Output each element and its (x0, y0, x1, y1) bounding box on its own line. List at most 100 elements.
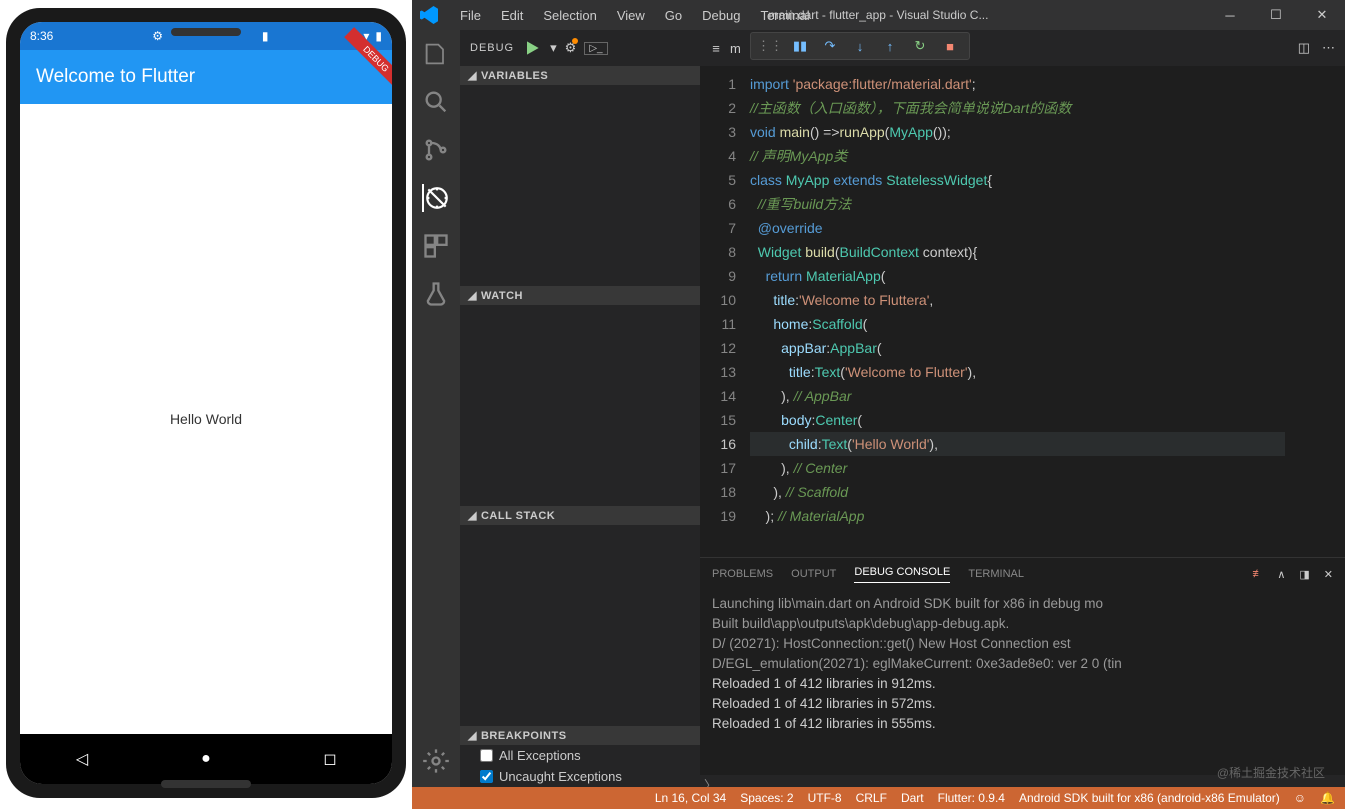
home-button[interactable]: ● (195, 748, 217, 770)
step-over-button[interactable]: ↷ (821, 37, 839, 55)
bp-all-exceptions[interactable]: All Exceptions (460, 745, 700, 766)
phone-speaker-bottom (161, 780, 251, 788)
config-dropdown[interactable]: ▾ (550, 40, 557, 56)
vscode-logo-icon (420, 6, 438, 24)
minimap[interactable] (1285, 66, 1345, 557)
eol-status[interactable]: CRLF (856, 791, 887, 805)
scm-icon[interactable] (422, 136, 450, 164)
panel-tab-bar: PROBLEMS OUTPUT DEBUG CONSOLE TERMINAL ≢… (700, 558, 1345, 590)
variables-section (460, 85, 700, 286)
menu-selection[interactable]: Selection (535, 4, 604, 27)
editor-area: ≡ m ⋮⋮ ▮▮ ↷ ↓ ↑ ↻ ■ ◫ ⋯ 1234567891011121… (700, 30, 1345, 787)
menu-view[interactable]: View (609, 4, 653, 27)
debug-config-gear-icon[interactable]: ⚙ (565, 40, 577, 56)
bp-all-checkbox[interactable] (480, 749, 493, 762)
phone-speaker (171, 28, 241, 36)
feedback-icon[interactable]: ☺ (1294, 791, 1306, 805)
watermark: @稀土掘金技术社区 (1217, 764, 1325, 781)
cursor-position[interactable]: Ln 16, Col 34 (655, 791, 726, 805)
vscode-window: File Edit Selection View Go Debug Termin… (412, 0, 1345, 809)
tab-fold-icon[interactable]: ≡ (708, 41, 724, 56)
editor-tab-bar: ≡ m ⋮⋮ ▮▮ ↷ ↓ ↑ ↻ ■ ◫ ⋯ (700, 30, 1345, 66)
chevron-down-icon: ◢ (468, 509, 477, 522)
android-status-bar: 8:36 ⚙ ▮ ▾ ▮ (20, 22, 392, 50)
chevron-down-icon: ◢ (468, 69, 477, 82)
stop-button[interactable]: ■ (941, 37, 959, 55)
breakpoints-section-header[interactable]: ◢BREAKPOINTS (460, 726, 700, 745)
test-icon[interactable] (422, 280, 450, 308)
code-editor[interactable]: 12345678910111213141516171819 import 'pa… (700, 66, 1345, 557)
battery-icon: ▮ (375, 29, 382, 43)
status-time: 8:36 (30, 29, 53, 43)
debug-console-output[interactable]: Launching lib\main.dart on Android SDK b… (700, 590, 1345, 775)
menu-file[interactable]: File (452, 4, 489, 27)
console-prompt-icon: 〉 (704, 775, 716, 787)
explorer-icon[interactable] (422, 40, 450, 68)
tab-terminal[interactable]: TERMINAL (968, 568, 1024, 580)
recents-button[interactable]: ◻ (319, 748, 341, 770)
step-out-button[interactable]: ↑ (881, 37, 899, 55)
clear-console-icon[interactable]: ≢ (1252, 568, 1263, 581)
notifications-icon[interactable]: 🔔 (1320, 791, 1335, 805)
chevron-down-icon: ◢ (468, 289, 477, 302)
flutter-body: Hello World (20, 104, 392, 734)
title-bar: File Edit Selection View Go Debug Termin… (412, 0, 1345, 30)
flutter-status[interactable]: Flutter: 0.9.4 (938, 791, 1005, 805)
minimize-button[interactable]: ─ (1207, 0, 1253, 30)
label-icon: ▮ (262, 29, 269, 43)
menu-go[interactable]: Go (657, 4, 690, 27)
line-gutter: 12345678910111213141516171819 (700, 66, 750, 557)
app-title: Welcome to Flutter (36, 66, 195, 88)
bp-uncaught-exceptions[interactable]: Uncaught Exceptions (460, 766, 700, 787)
debug-console-icon[interactable]: ▷_ (584, 42, 607, 55)
language-status[interactable]: Dart (901, 791, 924, 805)
gear-icon: ⚙ (152, 29, 163, 43)
phone-screen: 8:36 ⚙ ▮ ▾ ▮ Welcome to Flutter DEBUG He… (20, 22, 392, 784)
device-status[interactable]: Android SDK built for x86 (android-x86 E… (1019, 791, 1280, 805)
tab-debug-console[interactable]: DEBUG CONSOLE (854, 566, 950, 583)
search-icon[interactable] (422, 88, 450, 116)
tab-output[interactable]: OUTPUT (791, 568, 836, 580)
collapse-icon[interactable]: ∧ (1277, 568, 1285, 581)
menu-edit[interactable]: Edit (493, 4, 531, 27)
split-editor-icon[interactable]: ◫ (1298, 40, 1310, 56)
maximize-panel-icon[interactable]: ◨ (1299, 568, 1309, 581)
code-lines[interactable]: import 'package:flutter/material.dart';/… (750, 66, 1285, 557)
close-panel-icon[interactable]: ✕ (1324, 568, 1333, 581)
settings-gear-icon[interactable] (422, 747, 450, 775)
callstack-section (460, 525, 700, 726)
main-content: DEBUG ▾ ⚙ ▷_ ◢VARIABLES ◢WATCH ◢CALL STA… (412, 30, 1345, 787)
hello-world-text: Hello World (170, 411, 242, 427)
back-button[interactable]: ◁ (71, 748, 93, 770)
pause-button[interactable]: ▮▮ (791, 37, 809, 55)
step-into-button[interactable]: ↓ (851, 37, 869, 55)
debug-label: DEBUG (470, 42, 514, 54)
debug-toolbar: ⋮⋮ ▮▮ ↷ ↓ ↑ ↻ ■ (750, 32, 970, 60)
window-title: main.dart - flutter_app - Visual Studio … (769, 8, 989, 22)
start-debug-button[interactable] (522, 38, 542, 58)
more-actions-icon[interactable]: ⋯ (1322, 40, 1335, 56)
editor-tab[interactable]: m (730, 41, 741, 56)
vscode-status-bar: Ln 16, Col 34 Spaces: 2 UTF-8 CRLF Dart … (412, 787, 1345, 809)
watch-section-header[interactable]: ◢WATCH (460, 286, 700, 305)
extensions-icon[interactable] (422, 232, 450, 260)
callstack-section-header[interactable]: ◢CALL STACK (460, 506, 700, 525)
close-button[interactable]: ✕ (1299, 0, 1345, 30)
android-emulator: 8:36 ⚙ ▮ ▾ ▮ Welcome to Flutter DEBUG He… (6, 8, 406, 798)
maximize-button[interactable]: ☐ (1253, 0, 1299, 30)
restart-button[interactable]: ↻ (911, 37, 929, 55)
menu-debug[interactable]: Debug (694, 4, 748, 27)
variables-section-header[interactable]: ◢VARIABLES (460, 66, 700, 85)
bottom-panel: PROBLEMS OUTPUT DEBUG CONSOLE TERMINAL ≢… (700, 557, 1345, 787)
flutter-app-bar: Welcome to Flutter DEBUG (20, 50, 392, 104)
debug-icon[interactable] (422, 184, 450, 212)
indent-status[interactable]: Spaces: 2 (740, 791, 793, 805)
bp-uncaught-checkbox[interactable] (480, 770, 493, 783)
debug-header: DEBUG ▾ ⚙ ▷_ (460, 30, 700, 66)
tab-problems[interactable]: PROBLEMS (712, 568, 773, 580)
drag-handle-icon[interactable]: ⋮⋮ (761, 37, 779, 55)
android-nav-bar: ◁ ● ◻ (20, 734, 392, 784)
watch-section (460, 305, 700, 506)
encoding-status[interactable]: UTF-8 (808, 791, 842, 805)
window-controls: ─ ☐ ✕ (1207, 0, 1345, 30)
